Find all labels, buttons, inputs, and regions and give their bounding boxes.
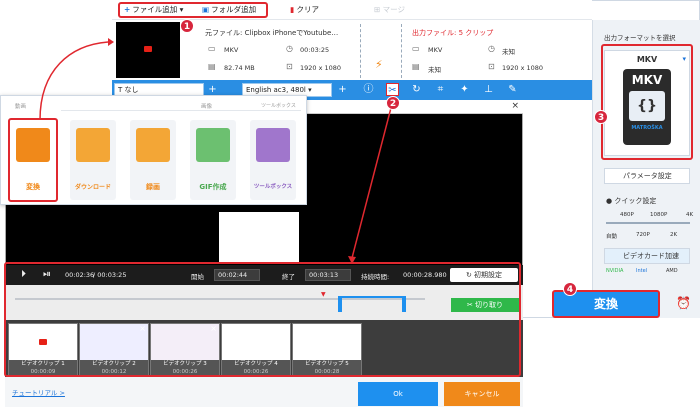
preview-frame <box>219 212 299 262</box>
parameter-settings-button[interactable]: パラメータ設定 <box>604 168 690 184</box>
size-icon: ▤ <box>412 62 420 71</box>
merge-button[interactable]: ⊞ マージ <box>374 4 405 15</box>
format-icon: ▭ <box>412 44 420 53</box>
clock-icon: ◷ <box>286 44 293 53</box>
quality-slider[interactable] <box>606 222 690 224</box>
output-label: 出力ファイル: 5 クリップ <box>412 29 494 37</box>
alarm-icon[interactable]: ⏰ <box>676 296 691 310</box>
effect-icon[interactable]: ✦ <box>458 83 471 96</box>
step-3-marker: 3 <box>594 110 608 124</box>
watermark-icon[interactable]: ⊥ <box>482 83 495 96</box>
quick-settings-label: ● クイック設定 <box>606 197 657 205</box>
gpu-accel-button[interactable]: ビデオカード加速 <box>604 248 690 264</box>
info-icon[interactable]: ⓘ <box>362 83 375 96</box>
step-4-marker: 4 <box>563 282 577 296</box>
clear-button[interactable]: ▮ クリア <box>290 4 319 15</box>
toolbox-card[interactable]: ツールボックス <box>250 120 296 200</box>
section-toolbox-label: ツールボックス <box>261 103 296 109</box>
source-label: 元ファイル: Clipbox iPhoneでYoutube… <box>205 29 339 37</box>
resolution-icon: ⊡ <box>286 62 293 71</box>
step-1-marker: 1 <box>180 19 194 33</box>
trash-icon: ▮ <box>290 5 295 14</box>
subtitle-icon: T <box>118 86 123 94</box>
edit-icon[interactable]: ✎ <box>506 83 519 96</box>
cut-icon[interactable]: ✂ <box>386 83 399 96</box>
step-2-marker: 2 <box>386 96 400 110</box>
close-icon[interactable]: × <box>511 101 519 111</box>
screen-record-icon <box>136 128 170 162</box>
format-icon: ▭ <box>208 44 216 53</box>
download-icon <box>76 128 110 162</box>
record-card[interactable]: 録画 <box>130 120 176 200</box>
ok-button[interactable]: Ok <box>358 382 438 406</box>
lightning-icon: ⚡ <box>375 58 383 71</box>
clock-icon: ◷ <box>488 44 495 53</box>
cancel-button[interactable]: キャンセル <box>444 382 520 406</box>
section-image-label: 画像 <box>201 104 213 110</box>
image-icon <box>196 128 230 162</box>
section-video-label: 動画 <box>15 104 27 110</box>
size-icon: ▤ <box>208 62 216 71</box>
video-thumbnail[interactable] <box>116 22 180 78</box>
youtube-icon <box>144 46 152 52</box>
rotate-icon[interactable]: ↻ <box>410 83 423 96</box>
toolbox-icon <box>256 128 290 162</box>
tutorial-link[interactable]: チュートリアル > <box>12 387 65 397</box>
crop-icon[interactable]: ⌗ <box>434 83 447 96</box>
gif-card[interactable]: GIF作成 <box>190 120 236 200</box>
resolution-icon: ⊡ <box>488 62 495 71</box>
format-heading: 出力フォーマットを選択 <box>604 34 676 42</box>
add-audio-button[interactable]: + <box>336 83 349 96</box>
download-card[interactable]: ダウンロード <box>70 120 116 200</box>
